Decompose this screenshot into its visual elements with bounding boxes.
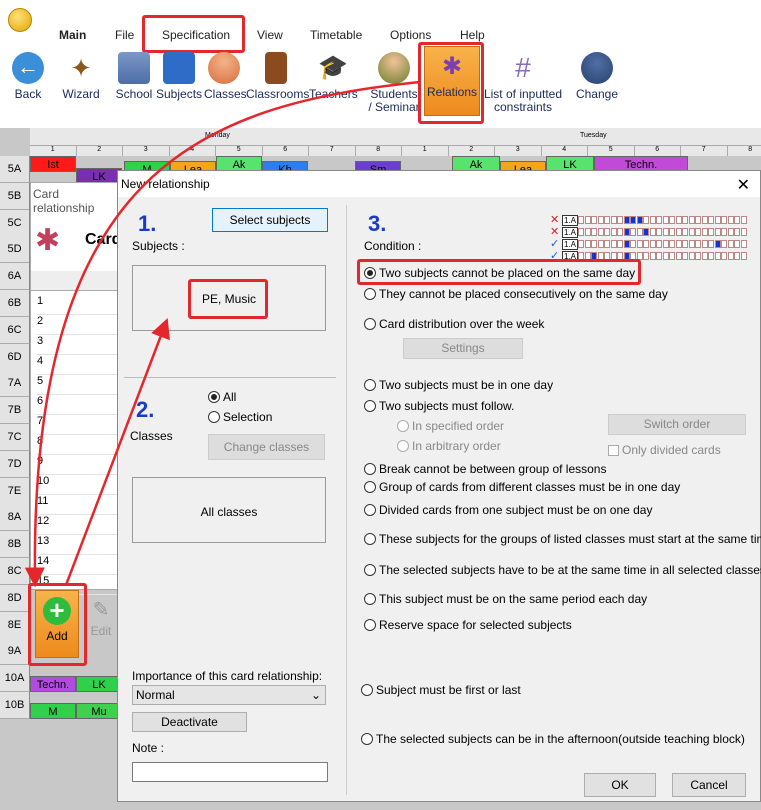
- arrow-relations-to-add: [24, 80, 421, 588]
- arrow-add-to-subjects: [64, 317, 170, 586]
- annotation-arrows: [24, 80, 421, 588]
